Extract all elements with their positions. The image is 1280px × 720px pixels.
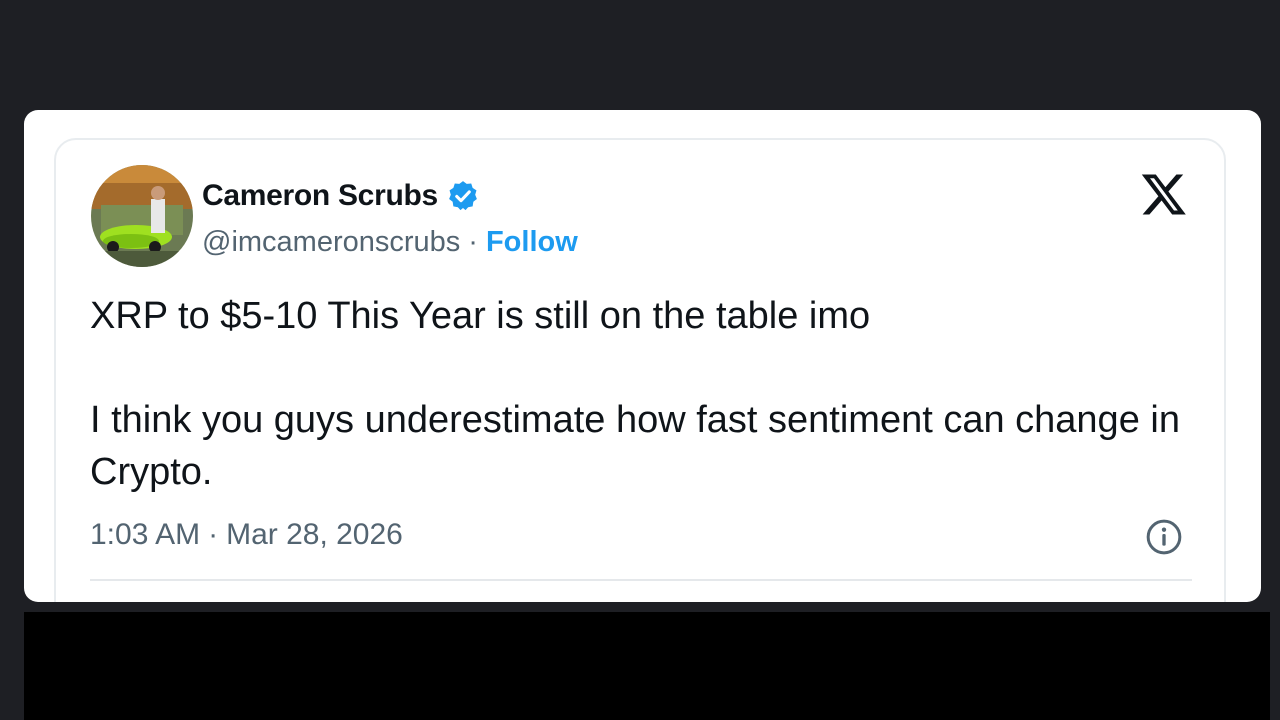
- tweet-text-line-2: I think you guys underestimate how fast …: [90, 399, 1180, 493]
- tweet-embed: Cameron Scrubs @imcameronscrubs · Follow: [54, 138, 1226, 602]
- avatar[interactable]: [91, 165, 193, 267]
- author-display-name[interactable]: Cameron Scrubs: [202, 179, 438, 213]
- tweet-timestamp[interactable]: 1:03 AM · Mar 28, 2026: [90, 518, 403, 552]
- author-handle-row: @imcameronscrubs · Follow: [202, 222, 578, 262]
- tweet-screenshot-card: Cameron Scrubs @imcameronscrubs · Follow: [24, 110, 1261, 602]
- info-icon[interactable]: [1144, 517, 1184, 557]
- tweet-text-line-1: XRP to $5-10 This Year is still on the t…: [90, 295, 871, 337]
- tweet-date: Mar 28, 2026: [226, 518, 403, 551]
- video-frame: Cameron Scrubs @imcameronscrubs · Follow: [0, 0, 1280, 720]
- author-name-row: Cameron Scrubs: [202, 176, 480, 216]
- bottom-black-band: [24, 612, 1270, 720]
- author-handle[interactable]: @imcameronscrubs: [202, 226, 460, 259]
- divider: [90, 579, 1192, 581]
- tweet-text: XRP to $5-10 This Year is still on the t…: [90, 290, 1200, 498]
- tweet-time: 1:03 AM: [90, 518, 201, 551]
- verified-badge-icon: [446, 179, 480, 213]
- x-logo-icon[interactable]: [1140, 170, 1188, 218]
- follow-button[interactable]: Follow: [486, 226, 578, 259]
- timestamp-separator: ·: [208, 518, 219, 551]
- separator-dot: ·: [468, 225, 478, 258]
- avatar-image: [91, 165, 193, 267]
